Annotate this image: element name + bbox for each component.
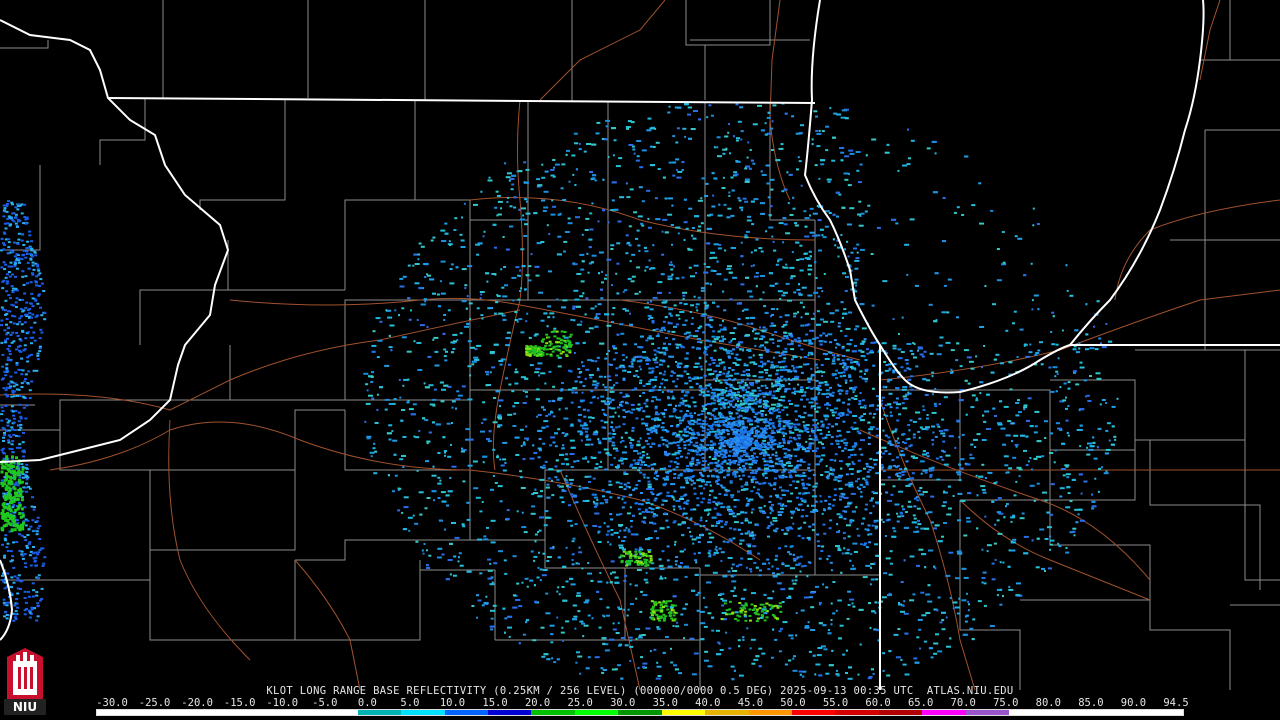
colorbar-segment xyxy=(705,710,749,715)
color-scale-bar xyxy=(96,709,1184,716)
scale-label: -5.0 xyxy=(312,697,338,709)
colorbar-segment xyxy=(270,710,315,715)
colorbar-segment xyxy=(922,710,966,715)
colorbar-segment xyxy=(574,710,619,715)
scale-label: 50.0 xyxy=(780,697,806,709)
scale-label: 30.0 xyxy=(610,697,636,709)
scale-label: -30.0 xyxy=(96,697,128,709)
scale-label: 40.0 xyxy=(695,697,721,709)
colorbar-segment xyxy=(792,710,836,715)
colorbar-segment xyxy=(965,710,1010,715)
scale-label: 85.0 xyxy=(1078,697,1104,709)
colorbar-segment xyxy=(835,710,879,715)
colorbar-segment xyxy=(357,710,402,715)
state-borders xyxy=(0,0,1280,690)
colorbar-segment xyxy=(1139,710,1183,715)
colorbar-segment xyxy=(183,710,228,715)
colorbar-segment xyxy=(444,710,488,715)
scale-label: 20.0 xyxy=(524,697,551,709)
scale-label: 90.0 xyxy=(1120,697,1147,709)
scale-label: -25.0 xyxy=(138,697,171,709)
colorbar-segment xyxy=(748,710,792,715)
scale-label: 75.0 xyxy=(993,697,1019,709)
scale-label: 10.0 xyxy=(439,697,466,709)
scale-label: 35.0 xyxy=(652,697,678,709)
scale-label: -15.0 xyxy=(223,697,256,709)
colorbar-segment xyxy=(227,710,271,715)
colorbar-segment xyxy=(1009,710,1053,715)
colorbar-segment xyxy=(140,710,184,715)
scale-label: 94.5 xyxy=(1163,697,1189,709)
colorbar-segment xyxy=(314,710,358,715)
scale-label: -10.0 xyxy=(266,697,299,709)
scale-label: 60.0 xyxy=(865,697,891,709)
colorbar-segment xyxy=(1052,710,1097,715)
scale-label: 5.0 xyxy=(400,697,420,709)
colorbar-segment xyxy=(97,710,141,715)
scale-label: 65.0 xyxy=(907,697,934,709)
radar-map xyxy=(0,0,1280,691)
colorbar-segment xyxy=(401,710,445,715)
product-caption: KLOT LONG RANGE BASE REFLECTIVITY (0.25K… xyxy=(266,685,1014,697)
scale-label: 70.0 xyxy=(950,697,976,709)
colorbar-segment xyxy=(661,710,706,715)
scale-label: 80.0 xyxy=(1035,697,1061,709)
scale-label: 25.0 xyxy=(567,697,593,709)
scale-label: 55.0 xyxy=(822,697,849,709)
colorbar-segment xyxy=(531,710,575,715)
colorbar-segment xyxy=(618,710,662,715)
colorbar-segment xyxy=(1096,710,1140,715)
colorbar-segment xyxy=(487,710,532,715)
scale-label: 45.0 xyxy=(737,697,764,709)
scale-label: 15.0 xyxy=(482,697,508,709)
colorbar-segment xyxy=(878,710,923,715)
scale-label: 0.0 xyxy=(357,697,377,709)
scale-label: -20.0 xyxy=(181,697,213,709)
scale-labels: -30.0 -25.0 -20.0 -15.0 -10.0 -5.0 0.0 5.0 10.0 1… xyxy=(0,697,1280,709)
